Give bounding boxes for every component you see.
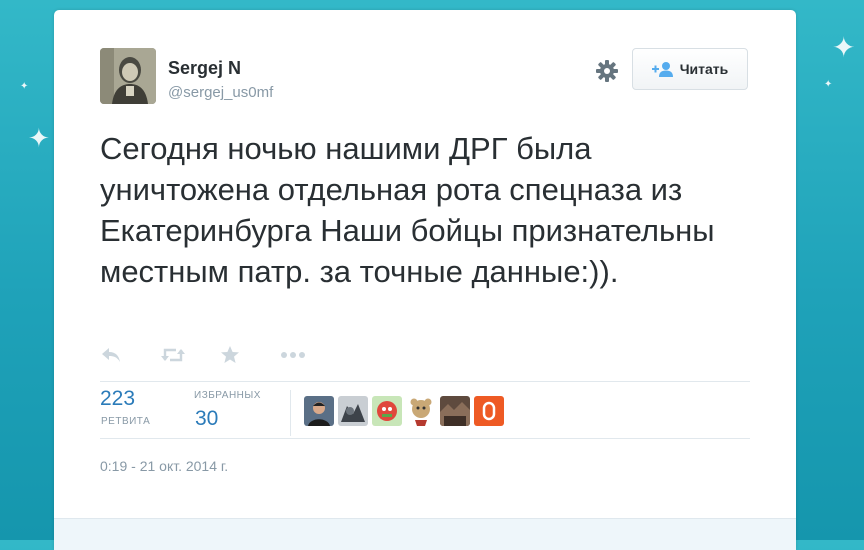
- favoriter-avatar[interactable]: [474, 396, 504, 426]
- favoriter-avatar-image: [304, 396, 334, 426]
- favorited-by-avatars: [304, 396, 504, 426]
- author-screen-name[interactable]: @sergej_us0mf: [168, 84, 273, 101]
- tweet-text: Сегодня ночью нашими ДРГ была уничтожена…: [100, 131, 715, 289]
- favoriter-avatar-image: [440, 396, 470, 426]
- card-footer: [54, 518, 796, 550]
- retweet-count: 223: [100, 387, 136, 410]
- more-button[interactable]: [280, 342, 340, 368]
- avatar-photo: [100, 48, 156, 104]
- favoriter-avatar-image: [474, 396, 504, 426]
- star-icon: [221, 346, 239, 363]
- retweet-button[interactable]: [160, 342, 220, 368]
- sparkle-decoration: ✦: [20, 81, 29, 92]
- tweet-stats: 223 РЕТВИТА ИЗБРАННЫХ 30: [100, 382, 750, 438]
- more-icon: [281, 352, 305, 358]
- stats-separator: [290, 390, 291, 436]
- sparkle-decoration: ✦: [832, 31, 856, 64]
- reply-button[interactable]: [100, 342, 160, 368]
- sparkle-decoration: ✦: [824, 79, 833, 90]
- favoriter-avatar[interactable]: [406, 396, 436, 426]
- tweet-settings-button[interactable]: [592, 56, 622, 86]
- favorite-count: 30: [195, 407, 219, 430]
- add-user-icon: [651, 62, 673, 77]
- retweet-icon: [161, 348, 185, 362]
- gear-icon: [596, 60, 618, 82]
- tweet-timestamp[interactable]: 0:19 - 21 окт. 2014 г.: [100, 458, 228, 474]
- favoriter-avatar[interactable]: [440, 396, 470, 426]
- retweet-count-label: РЕТВИТА: [101, 416, 151, 427]
- sparkle-decoration: ✦: [28, 124, 50, 154]
- favorite-count-label: ИЗБРАННЫХ: [194, 390, 261, 401]
- favorite-button[interactable]: [220, 342, 280, 368]
- retweet-stat[interactable]: 223 РЕТВИТА: [100, 382, 180, 438]
- favoriter-avatar[interactable]: [372, 396, 402, 426]
- follow-button-label: Читать: [679, 61, 729, 77]
- favoriter-avatar[interactable]: [304, 396, 334, 426]
- favoriter-avatar-image: [372, 396, 402, 426]
- stats-bottom-divider: [100, 438, 750, 439]
- tweet-actions: [100, 342, 340, 368]
- favoriter-avatar[interactable]: [338, 396, 368, 426]
- author-display-name[interactable]: Sergej N: [168, 58, 241, 79]
- reply-icon: [102, 348, 120, 362]
- favoriter-avatar-image: [338, 396, 368, 426]
- favoriter-avatar-image: [406, 396, 436, 426]
- author-avatar[interactable]: [100, 48, 156, 104]
- tweet-card: Sergej N @sergej_us0mf Читать Сегодня но…: [54, 10, 796, 550]
- follow-button[interactable]: Читать: [632, 48, 748, 90]
- favorite-stat[interactable]: ИЗБРАННЫХ 30: [194, 382, 284, 438]
